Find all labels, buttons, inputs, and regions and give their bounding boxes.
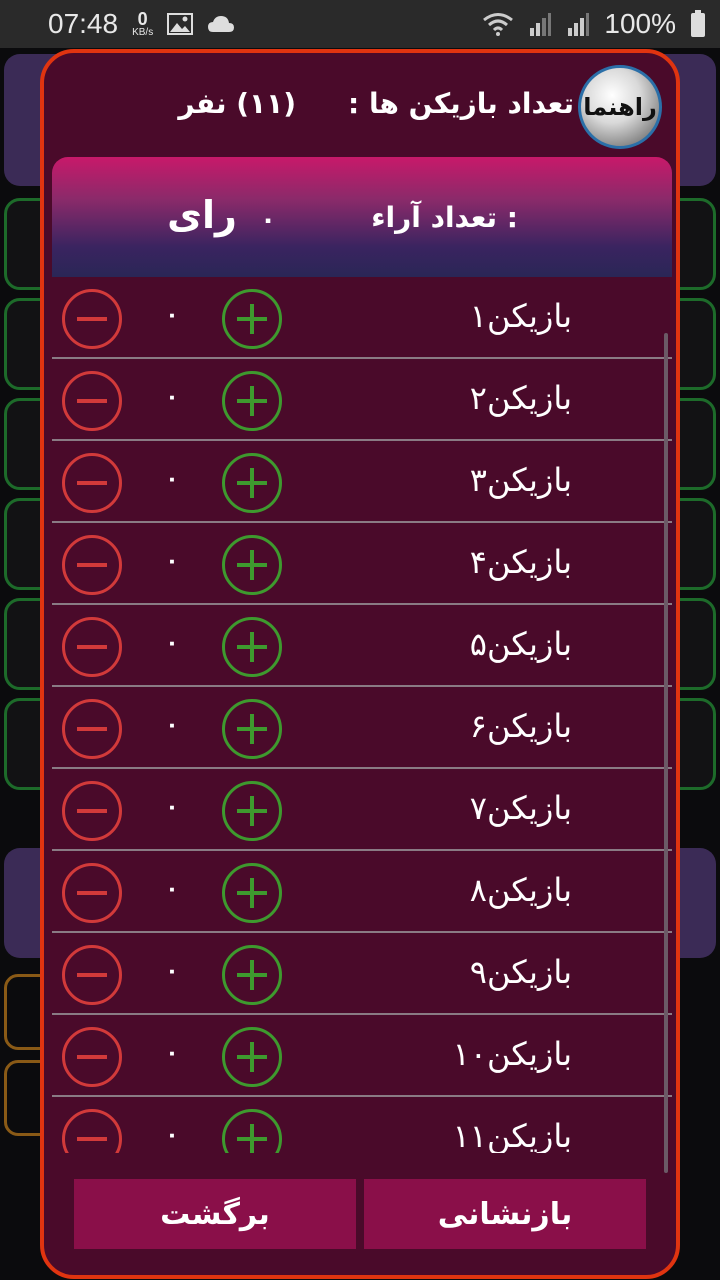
player-name: بازیکن۹ [469, 953, 572, 991]
player-name: بازیکن۶ [469, 707, 572, 745]
minus-icon[interactable] [62, 1027, 122, 1087]
player-row: ۰ بازیکن۵ [52, 605, 672, 687]
minus-icon[interactable] [62, 863, 122, 923]
vote-count: ۰ [165, 631, 179, 656]
player-name: بازیکن۲ [469, 379, 572, 417]
minus-icon[interactable] [62, 945, 122, 1005]
vote-count: ۰ [165, 1123, 179, 1148]
list-scrollbar[interactable] [664, 333, 668, 1173]
player-list[interactable]: ۰ بازیکن۱ ۰ بازیکن۲ ۰ بازیکن۳ ۰ بازیکن۴ … [52, 277, 672, 1153]
status-left: 07:48 0 KB/s [48, 8, 235, 40]
player-row: ۰ بازیکن۱ [52, 277, 672, 359]
votes-value: ۰ [260, 205, 276, 235]
status-right: 100% [482, 8, 706, 40]
plus-icon[interactable] [222, 617, 282, 677]
players-count-value: (۱۱) نفر [178, 86, 297, 120]
wifi-icon [483, 13, 514, 36]
minus-icon[interactable] [62, 289, 122, 349]
plus-icon[interactable] [222, 781, 282, 841]
vote-count: ۰ [165, 385, 179, 410]
player-name: بازیکن۸ [469, 871, 572, 909]
player-name: بازیکن۵ [469, 625, 572, 663]
net-speed-value: 0 [137, 9, 148, 29]
plus-icon[interactable] [222, 1109, 282, 1153]
player-name: بازیکن۷ [469, 789, 572, 827]
vote-count: ۰ [165, 1041, 179, 1066]
player-row: ۰ بازیکن۹ [52, 933, 672, 1015]
signal-icon-1 [530, 13, 552, 36]
reset-button[interactable]: بازنشانی [364, 1179, 646, 1249]
players-count: تعداد بازیکن ها : (۱۱) نفر [104, 81, 574, 125]
player-name: بازیکن۴ [469, 543, 572, 581]
clock: 07:48 [48, 8, 119, 39]
net-speed-unit: KB/s [132, 27, 154, 38]
plus-icon[interactable] [222, 1027, 282, 1087]
player-name: بازیکن۱۰ [452, 1035, 572, 1073]
player-row: ۰ بازیکن۸ [52, 851, 672, 933]
player-row: ۰ بازیکن۱۱ [52, 1097, 672, 1153]
player-row: ۰ بازیکن۴ [52, 523, 672, 605]
plus-icon[interactable] [222, 863, 282, 923]
minus-icon[interactable] [62, 453, 122, 513]
vote-count: ۰ [165, 959, 179, 984]
battery-icon [691, 10, 705, 37]
minus-icon[interactable] [62, 699, 122, 759]
minus-icon[interactable] [62, 781, 122, 841]
votes-header: تعداد آراء : ۰ رای [52, 157, 672, 277]
help-label: راهنما [583, 93, 657, 121]
signal-icon-2 [568, 13, 590, 36]
player-row: ۰ بازیکن۶ [52, 687, 672, 769]
voting-dialog: راهنما تعداد بازیکن ها : (۱۱) نفر تعداد … [40, 49, 680, 1279]
player-row: ۰ بازیکن۱۰ [52, 1015, 672, 1097]
status-bar: 07:48 0 KB/s 100% [0, 0, 720, 48]
vote-count: ۰ [165, 795, 179, 820]
players-label: تعداد بازیکن ها : [348, 86, 574, 120]
help-button[interactable]: راهنما [578, 65, 662, 149]
vote-count: ۰ [165, 877, 179, 902]
minus-icon[interactable] [62, 617, 122, 677]
minus-icon[interactable] [62, 1109, 122, 1153]
plus-icon[interactable] [222, 945, 282, 1005]
vote-count: ۰ [165, 467, 179, 492]
cloud-icon [208, 16, 235, 32]
minus-icon[interactable] [62, 535, 122, 595]
vote-count: ۰ [165, 303, 179, 328]
player-row: ۰ بازیکن۲ [52, 359, 672, 441]
player-name: بازیکن۳ [469, 461, 572, 499]
plus-icon[interactable] [222, 371, 282, 431]
plus-icon[interactable] [222, 453, 282, 513]
player-name: بازیکن۱ [469, 297, 572, 335]
battery-percent: 100% [604, 8, 676, 39]
player-name: بازیکن۱۱ [452, 1117, 572, 1153]
vote-count: ۰ [165, 549, 179, 574]
votes-label: تعداد آراء : [371, 201, 518, 234]
plus-icon[interactable] [222, 699, 282, 759]
plus-icon[interactable] [222, 289, 282, 349]
votes-unit: رای [167, 193, 237, 237]
vote-count: ۰ [165, 713, 179, 738]
net-speed: 0 KB/s [132, 10, 153, 38]
minus-icon[interactable] [62, 371, 122, 431]
player-row: ۰ بازیکن۳ [52, 441, 672, 523]
player-row: ۰ بازیکن۷ [52, 769, 672, 851]
back-button[interactable]: برگشت [74, 1179, 356, 1249]
plus-icon[interactable] [222, 535, 282, 595]
gallery-icon [167, 13, 194, 35]
